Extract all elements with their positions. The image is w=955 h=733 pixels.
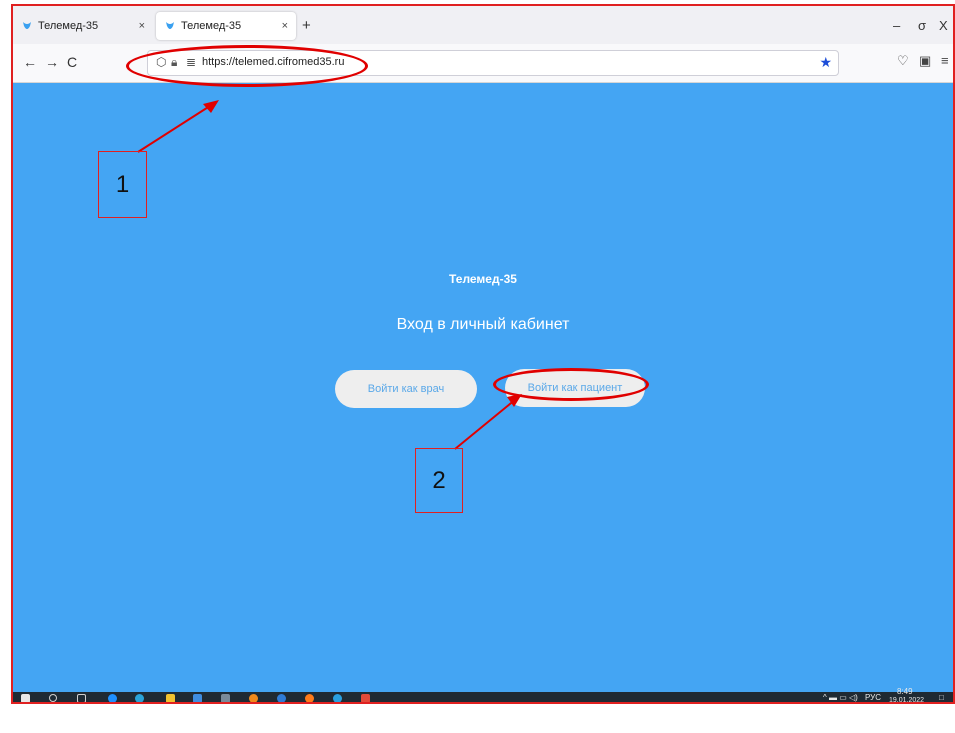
page-content: Телемед-35 Вход в личный кабинет Войти к… bbox=[13, 83, 953, 692]
telemed-favicon-icon bbox=[21, 20, 33, 32]
firefox-icon[interactable] bbox=[305, 694, 314, 702]
internet-explorer-icon[interactable] bbox=[277, 694, 286, 702]
extension-icon[interactable]: ▣ bbox=[919, 53, 931, 69]
task-view-icon[interactable] bbox=[77, 694, 86, 702]
tab-bar: Телемед-35 × Телемед-35 × + – σ X bbox=[13, 6, 953, 44]
menu-icon[interactable]: ≡ bbox=[941, 53, 949, 68]
edge-icon[interactable] bbox=[135, 694, 144, 702]
search-icon[interactable] bbox=[49, 694, 57, 702]
tray-time[interactable]: 8:49 bbox=[897, 687, 913, 696]
tab-label: Телемед-35 bbox=[181, 20, 242, 32]
tab-label: Телемед-35 bbox=[38, 20, 99, 32]
reload-button[interactable]: C bbox=[67, 54, 77, 70]
tray-icons[interactable]: ^ ▬ ▭ ◁) bbox=[823, 693, 858, 702]
mail-icon[interactable] bbox=[193, 694, 202, 702]
tray-date[interactable]: 19.01.2022 bbox=[889, 697, 924, 702]
bookmark-star-icon[interactable]: ★ bbox=[819, 54, 832, 71]
annotation-ellipse-patient-button bbox=[493, 368, 649, 401]
pocket-icon[interactable]: ♡ bbox=[897, 53, 909, 69]
back-button[interactable]: ← bbox=[23, 54, 37, 70]
tab-telemed-2[interactable]: Телемед-35 × bbox=[156, 12, 296, 40]
close-window-button[interactable]: X bbox=[939, 18, 948, 33]
app-icon[interactable] bbox=[249, 694, 258, 702]
new-tab-button[interactable]: + bbox=[302, 17, 311, 34]
annotation-callout-2: 2 bbox=[415, 448, 463, 513]
annotation-callout-1: 1 bbox=[98, 151, 147, 218]
tab-close-icon[interactable]: × bbox=[282, 20, 288, 32]
restore-button[interactable]: σ bbox=[918, 18, 926, 33]
windows-taskbar: ^ ▬ ▭ ◁) РУС 8:49 19.01.2022 □ bbox=[13, 687, 953, 702]
forward-button[interactable]: → bbox=[45, 54, 59, 70]
telegram-icon[interactable] bbox=[333, 694, 342, 702]
notification-icon[interactable]: □ bbox=[939, 693, 944, 702]
site-brand: Телемед-35 bbox=[449, 272, 517, 286]
file-explorer-icon[interactable] bbox=[166, 694, 175, 702]
tab-close-icon[interactable]: × bbox=[139, 20, 145, 32]
login-doctor-button[interactable]: Войти как врач bbox=[335, 370, 477, 408]
skype-icon[interactable] bbox=[108, 694, 117, 702]
annotation-ellipse-address bbox=[126, 45, 368, 87]
windows-start-icon[interactable] bbox=[21, 694, 30, 702]
calculator-icon[interactable] bbox=[221, 694, 230, 702]
tray-language[interactable]: РУС bbox=[865, 693, 881, 702]
page-title: Вход в личный кабинет bbox=[396, 316, 570, 333]
screenshot-frame: Телемед-35 × Телемед-35 × + – σ X ← → C … bbox=[11, 4, 955, 704]
document-app-icon[interactable] bbox=[361, 694, 370, 702]
telemed-favicon-icon bbox=[164, 20, 176, 32]
tab-telemed-1[interactable]: Телемед-35 × bbox=[13, 12, 153, 40]
minimize-button[interactable]: – bbox=[893, 18, 900, 33]
